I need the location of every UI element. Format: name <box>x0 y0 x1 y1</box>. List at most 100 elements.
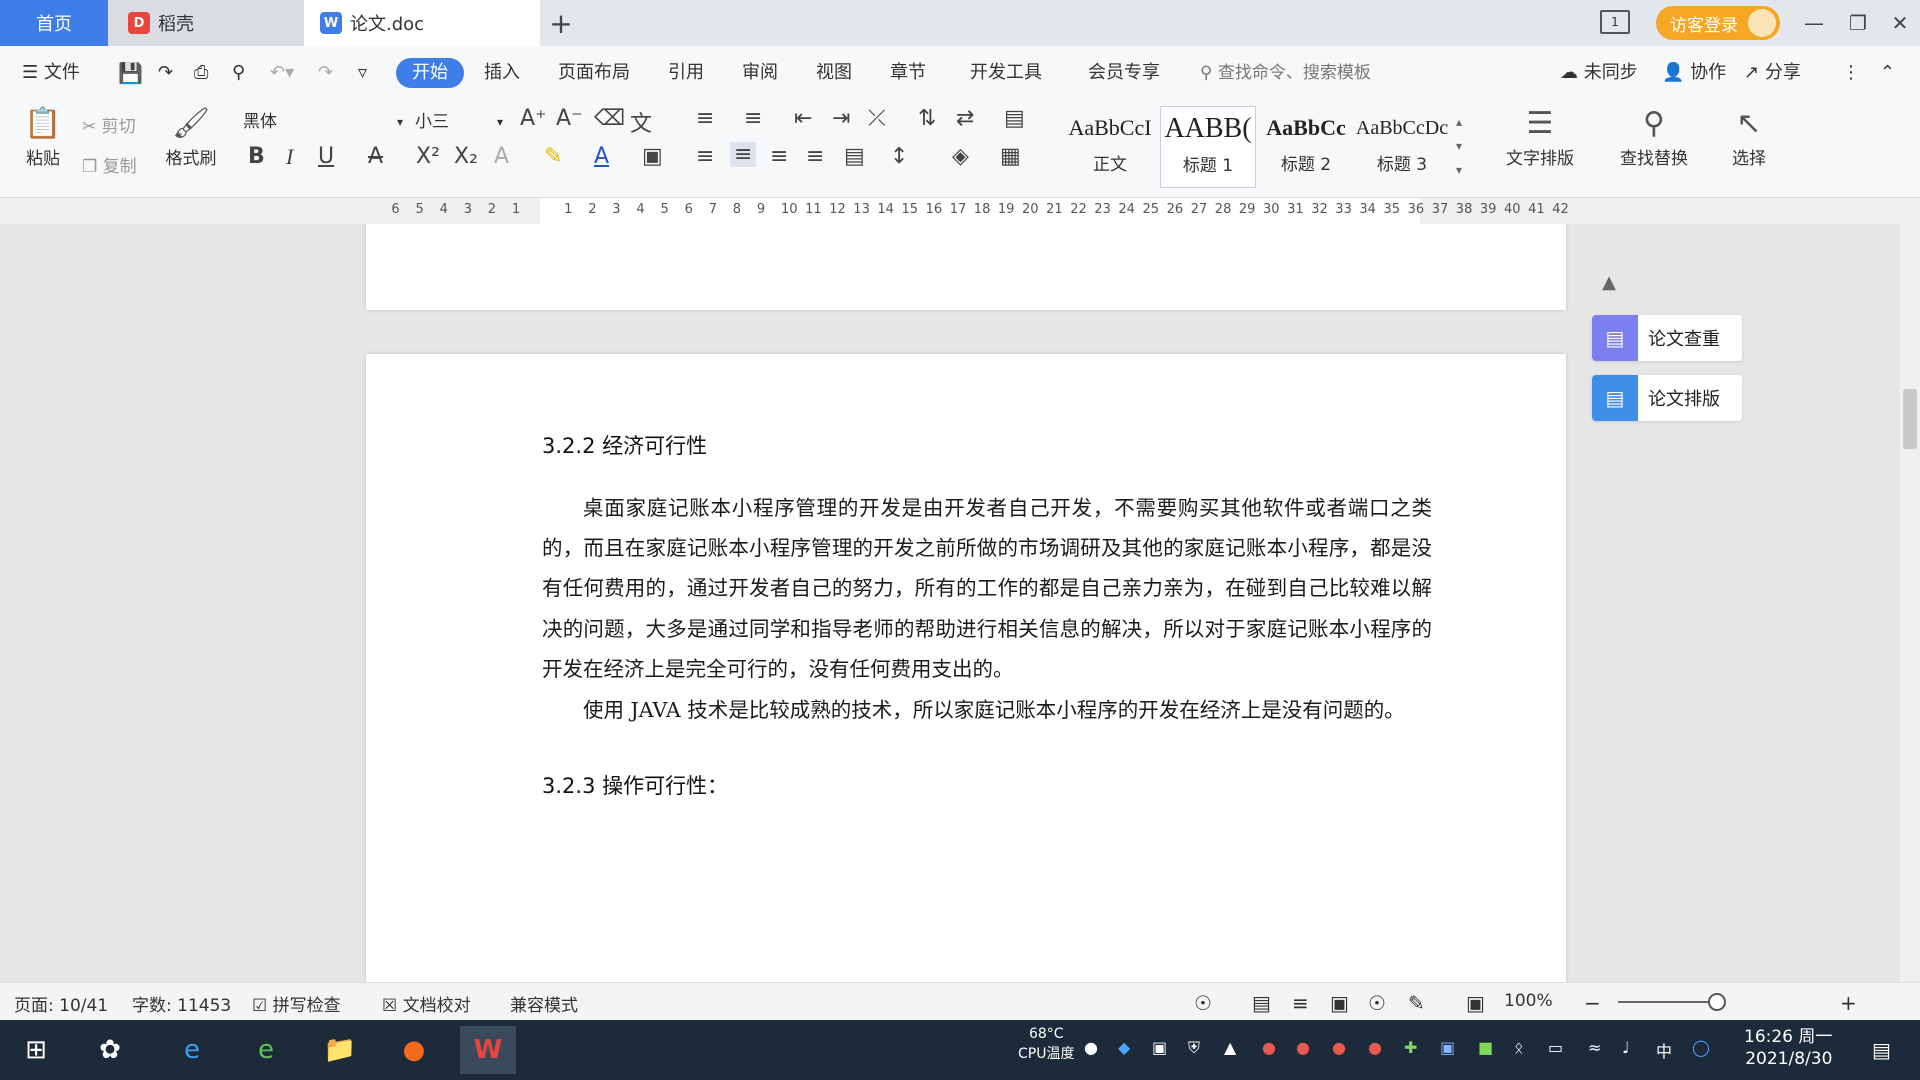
tray-app-icon[interactable]: ● <box>1296 1038 1310 1057</box>
tray-app-icon[interactable]: ● <box>1332 1038 1346 1057</box>
zoom-in-icon[interactable]: + <box>1840 991 1857 1015</box>
web-view-icon[interactable]: ☉ <box>1368 991 1386 1015</box>
font-name-select[interactable]: 黑体 ▾ <box>236 106 408 136</box>
bullet-list-icon[interactable]: ≡ <box>696 106 714 131</box>
search-app-icon[interactable]: ◯ <box>1692 1038 1710 1057</box>
vertical-scrollbar[interactable] <box>1900 224 1920 988</box>
clock[interactable]: 16:26 周一 2021/8/30 <box>1744 1026 1832 1070</box>
tray-app-icon[interactable]: ● <box>1262 1038 1276 1057</box>
paste-button[interactable]: 📋 粘贴 <box>16 104 70 169</box>
ie-browser-icon[interactable]: e <box>164 1026 220 1074</box>
notification-icon[interactable]: ▤ <box>1872 1038 1891 1062</box>
cpu-temp-widget[interactable]: 68°C CPU温度 <box>1018 1024 1074 1064</box>
volume-icon[interactable]: ♩ <box>1622 1038 1630 1057</box>
highlight-icon[interactable]: ✎ <box>544 144 562 169</box>
guest-login-button[interactable]: 访客登录 <box>1656 6 1780 40</box>
strikethrough-icon[interactable]: A <box>368 144 383 169</box>
table-ruler-icon[interactable]: ▤ <box>1004 106 1025 131</box>
distribute-icon[interactable]: ▤ <box>844 144 865 169</box>
grow-font-icon[interactable]: A⁺ <box>520 106 547 131</box>
tab-page-layout[interactable]: 页面布局 <box>558 58 630 88</box>
export-icon[interactable]: ↷ <box>158 58 173 88</box>
style-heading-2[interactable]: AaBbCc 标题 2 <box>1258 106 1354 188</box>
print-preview-icon[interactable]: ⚲ <box>232 58 245 88</box>
copy-button[interactable]: ❐ 复制 <box>82 152 137 177</box>
paper-check-button[interactable]: ▤ 论文查重 <box>1592 315 1742 361</box>
redo-icon[interactable]: ↷ <box>318 58 333 88</box>
word-count[interactable]: 字数: 11453 <box>132 991 231 1016</box>
tray-app-icon[interactable]: ▣ <box>1440 1038 1455 1057</box>
collapse-ribbon-icon[interactable]: ⌃ <box>1880 58 1895 88</box>
more-icon[interactable]: ⋮ <box>1842 58 1860 88</box>
battery-icon[interactable]: ▭ <box>1548 1038 1563 1057</box>
char-border-icon[interactable]: ▣ <box>642 144 663 169</box>
close-icon[interactable]: ✕ <box>1880 6 1920 40</box>
reading-view-icon[interactable]: ▣ <box>1330 991 1349 1015</box>
borders-icon[interactable]: ▦ <box>1000 144 1021 169</box>
current-page[interactable]: 3.2.2 经济可行性 桌面家庭记账本小程序管理的开发是由开发者自己开发，不需要… <box>366 354 1566 988</box>
zoom-out-icon[interactable]: − <box>1584 991 1601 1015</box>
browser-360-icon[interactable]: e <box>238 1026 294 1074</box>
tab-docer[interactable]: D 稻壳 <box>108 0 304 46</box>
tray-app-icon[interactable]: ● <box>1084 1038 1098 1057</box>
zoom-slider[interactable] <box>1618 1001 1718 1003</box>
file-menu[interactable]: ☰ 文件 <box>22 58 80 88</box>
print-icon[interactable]: ⎙ <box>194 58 208 88</box>
tab-home[interactable]: 首页 <box>0 0 108 46</box>
media-app-icon[interactable]: ● <box>386 1026 442 1074</box>
format-painter-button[interactable]: 🖌 格式刷 <box>160 104 222 169</box>
subscript-icon[interactable]: X₂ <box>454 144 478 169</box>
increase-indent-icon[interactable]: ⇥ <box>832 106 850 131</box>
shrink-font-icon[interactable]: A⁻ <box>556 106 583 131</box>
wps-app-icon[interactable]: W <box>460 1026 516 1074</box>
text-effect-icon[interactable]: A <box>494 144 509 169</box>
page-view-icon[interactable]: ▤ <box>1252 991 1271 1015</box>
eye-protect-icon[interactable]: ☉ <box>1194 991 1212 1015</box>
tab-chapter[interactable]: 章节 <box>890 58 926 88</box>
nvidia-icon[interactable]: ■ <box>1478 1038 1493 1057</box>
shield-icon[interactable]: ⛨ <box>1188 1038 1200 1058</box>
tab-developer[interactable]: 开发工具 <box>970 58 1042 88</box>
zoom-slider-handle[interactable] <box>1708 993 1726 1011</box>
tab-start[interactable]: 开始 <box>396 58 464 88</box>
paper-layout-button[interactable]: ▤ 论文排版 <box>1592 375 1742 421</box>
chinese-layout-icon[interactable]: ⤫ <box>868 106 886 131</box>
find-replace-button[interactable]: ⚲ 查找替换 <box>1604 104 1704 169</box>
decrease-indent-icon[interactable]: ⇤ <box>794 106 812 131</box>
align-left-icon[interactable]: ≡ <box>696 144 714 169</box>
style-heading-1[interactable]: AABB( 标题 1 <box>1160 106 1256 188</box>
scrollbar-thumb[interactable] <box>1903 389 1917 449</box>
customize-toolbar-icon[interactable]: ▿ <box>358 58 367 88</box>
tray-app-icon[interactable]: ✚ <box>1404 1038 1417 1057</box>
collab-button[interactable]: 👤 协作 <box>1662 58 1726 88</box>
tray-app-icon[interactable]: ● <box>1368 1038 1382 1057</box>
save-icon[interactable]: 💾 <box>118 58 143 88</box>
tab-review[interactable]: 审阅 <box>742 58 778 88</box>
clear-format-icon[interactable]: ⌫ <box>594 106 625 131</box>
command-search[interactable]: ⚲ 查找命令、搜索模板 <box>1200 58 1371 88</box>
shading-icon[interactable]: ◈ <box>952 144 969 169</box>
superscript-icon[interactable]: X² <box>416 144 440 169</box>
styles-scroll-icon[interactable]: ▴ ▾ ▾ <box>1456 110 1462 182</box>
pinwheel-app-icon[interactable]: ✿ <box>82 1026 138 1074</box>
outline-view-icon[interactable]: ≡ <box>1292 991 1309 1015</box>
doc-proof-button[interactable]: ☒ 文档校对 <box>382 991 471 1016</box>
show-marks-icon[interactable]: ⇄ <box>956 106 974 131</box>
tray-app-icon[interactable]: ▣ <box>1152 1038 1167 1057</box>
style-normal[interactable]: AaBbCcI 正文 <box>1062 106 1158 188</box>
share-button[interactable]: ↗ 分享 <box>1744 58 1801 88</box>
font-size-select[interactable]: 小三 ▾ <box>408 106 508 136</box>
tab-view[interactable]: 视图 <box>816 58 852 88</box>
phonetic-icon[interactable]: 文 <box>630 106 652 138</box>
bluetooth-icon[interactable]: ᛟ <box>1514 1038 1524 1057</box>
wifi-icon[interactable]: ≈ <box>1588 1038 1601 1057</box>
restore-icon[interactable]: ❐ <box>1838 6 1878 40</box>
tab-member[interactable]: 会员专享 <box>1088 58 1160 88</box>
italic-icon[interactable]: I <box>286 144 293 170</box>
new-tab-button[interactable]: + <box>544 6 578 40</box>
sort-icon[interactable]: ⇅ <box>918 106 936 131</box>
sync-button[interactable]: ☁ 未同步 <box>1560 58 1638 88</box>
collapse-panel-icon[interactable]: ▲ <box>1594 272 1624 298</box>
tray-app-icon[interactable]: ◆ <box>1118 1038 1130 1057</box>
undo-icon[interactable]: ↶▾ <box>270 58 294 88</box>
